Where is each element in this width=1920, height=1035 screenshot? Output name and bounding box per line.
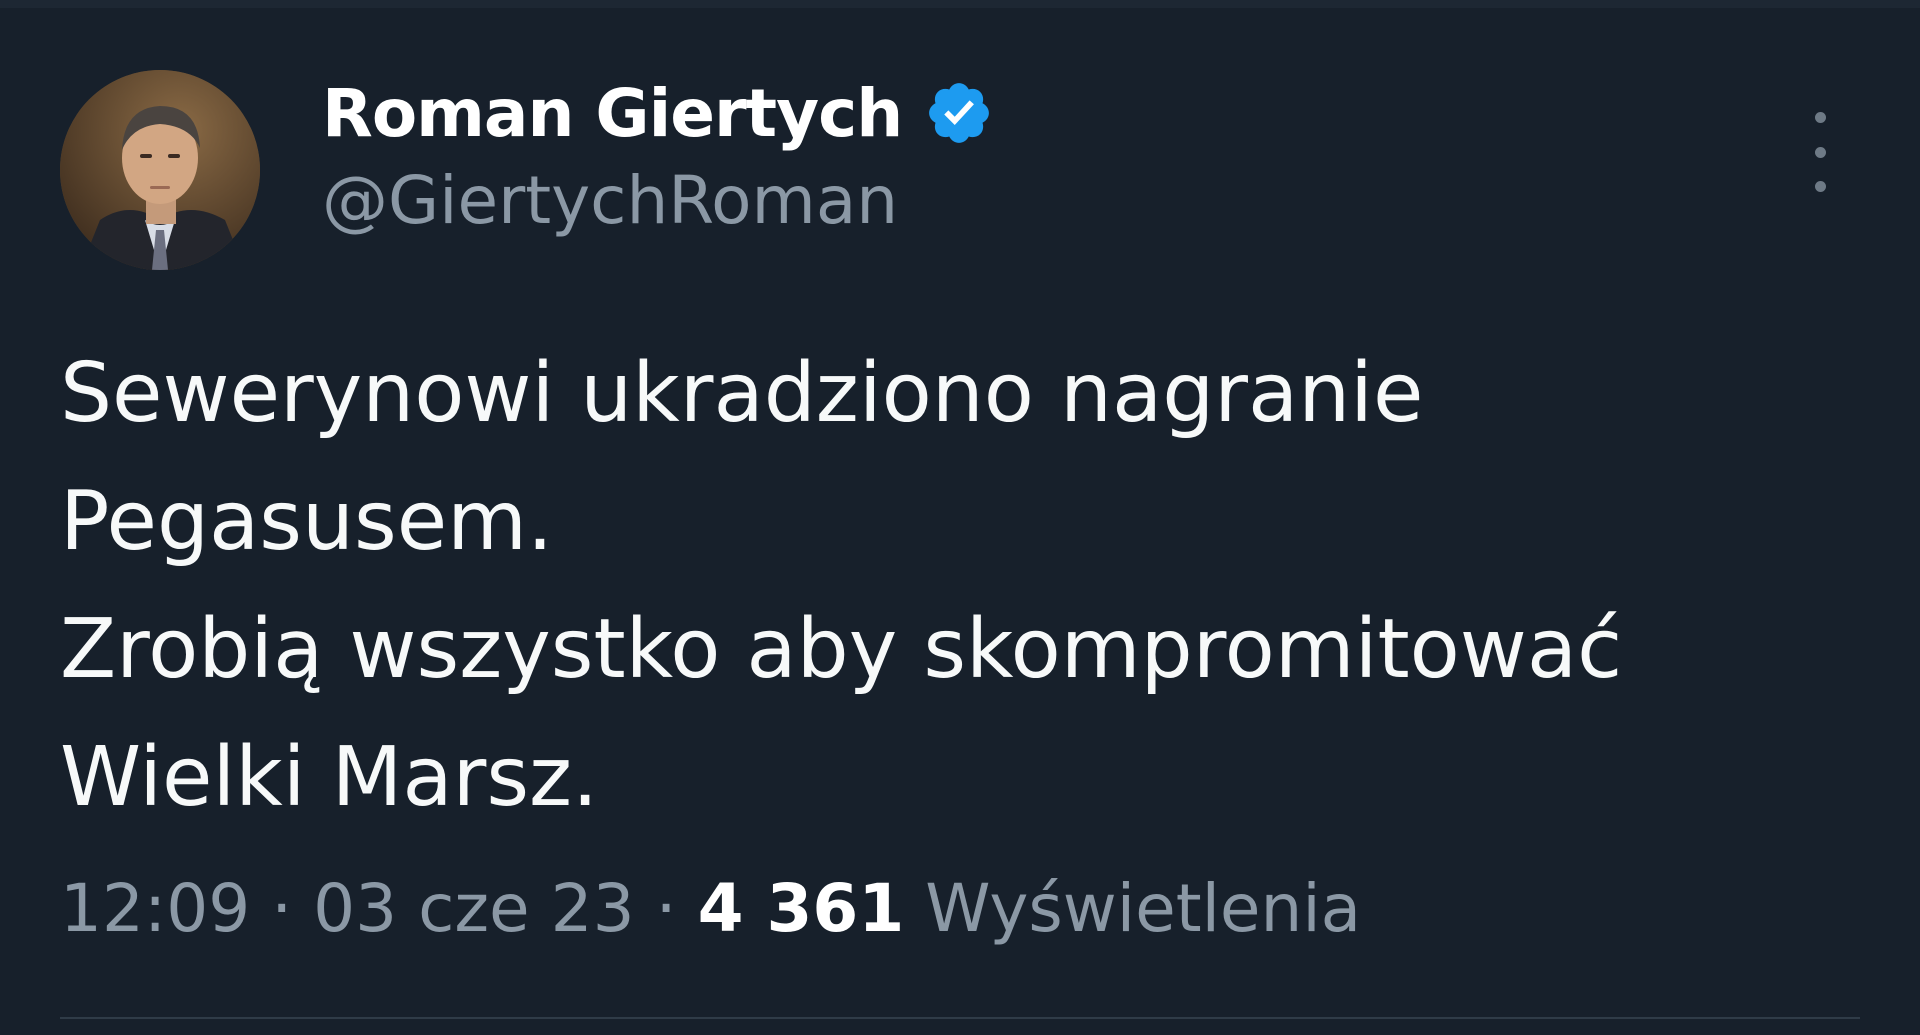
tweet-time[interactable]: 12:09 — [60, 870, 250, 947]
tweet-text-line: Wielki Marsz. — [60, 730, 599, 825]
author-info: Roman Giertych @GiertychRoman — [322, 70, 994, 239]
views-count[interactable]: 4 361 — [698, 870, 905, 947]
meta-separator: · — [271, 870, 293, 947]
more-vertical-icon[interactable] — [1800, 112, 1840, 192]
tweet-card: Roman Giertych @GiertychRoman Sewerynowi… — [0, 0, 1920, 1035]
tweet-text: Sewerynowi ukradziono nagranie Pegasusem… — [60, 330, 1880, 842]
views-label[interactable]: Wyświetlenia — [925, 870, 1361, 947]
meta-separator: · — [655, 870, 677, 947]
avatar[interactable] — [60, 70, 260, 270]
user-handle[interactable]: @GiertychRoman — [322, 162, 994, 239]
tweet-date[interactable]: 03 cze 23 — [313, 870, 634, 947]
more-dot — [1814, 146, 1826, 158]
display-name[interactable]: Roman Giertych — [322, 75, 903, 152]
verified-badge-icon — [924, 78, 994, 148]
more-dot — [1814, 112, 1826, 123]
name-row: Roman Giertych — [322, 70, 994, 156]
avatar-photo — [60, 70, 260, 270]
divider — [60, 1017, 1860, 1019]
tweet-text-line: Sewerynowi ukradziono nagranie — [60, 346, 1424, 441]
more-dot — [1814, 181, 1826, 192]
tweet-meta: 12:09 · 03 cze 23 · 4 361 Wyświetlenia — [60, 870, 1361, 947]
tweet-text-line: Zrobią wszystko aby skompromitować — [60, 602, 1623, 697]
tweet-text-line: Pegasusem. — [60, 474, 554, 569]
